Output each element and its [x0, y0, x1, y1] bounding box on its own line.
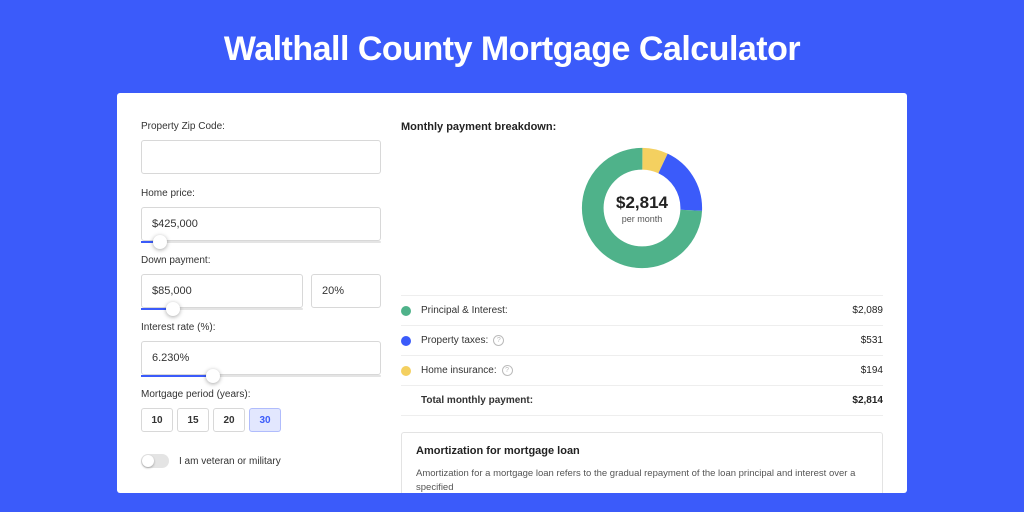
legend-value: $2,089 — [852, 305, 883, 316]
veteran-label: I am veteran or military — [179, 456, 281, 467]
home-price-slider-thumb[interactable] — [153, 235, 167, 249]
legend-bullet — [401, 306, 411, 316]
period-label: Mortgage period (years): — [141, 389, 381, 400]
period-option-20[interactable]: 20 — [213, 408, 245, 432]
period-option-15[interactable]: 15 — [177, 408, 209, 432]
down-payment-pct-input[interactable] — [311, 274, 381, 308]
legend-bullet — [401, 366, 411, 376]
veteran-row: I am veteran or military — [141, 454, 381, 468]
interest-slider-thumb[interactable] — [206, 369, 220, 383]
period-options: 10152030 — [141, 408, 381, 432]
legend-total-row: Total monthly payment:$2,814 — [401, 386, 883, 416]
calculator-card: Property Zip Code: Home price: Down paym… — [117, 93, 907, 493]
breakdown-title: Monthly payment breakdown: — [401, 121, 883, 133]
legend-label: Home insurance:? — [421, 365, 861, 376]
inputs-column: Property Zip Code: Home price: Down paym… — [141, 121, 381, 493]
donut-value: $2,814 — [616, 193, 668, 213]
legend-label: Property taxes:? — [421, 335, 861, 346]
info-icon[interactable]: ? — [502, 365, 513, 376]
info-icon[interactable]: ? — [493, 335, 504, 346]
breakdown-column: Monthly payment breakdown: $2,814 per mo… — [401, 121, 883, 493]
legend-row: Home insurance:?$194 — [401, 356, 883, 386]
home-price-label: Home price: — [141, 188, 381, 199]
down-payment-group: Down payment: — [141, 255, 381, 308]
donut-chart-wrap: $2,814 per month — [401, 143, 883, 273]
home-price-input[interactable] — [141, 207, 381, 241]
amortization-text: Amortization for a mortgage loan refers … — [416, 467, 868, 493]
legend-value: $194 — [861, 365, 883, 376]
down-payment-slider-thumb[interactable] — [166, 302, 180, 316]
period-group: Mortgage period (years): 10152030 — [141, 389, 381, 432]
donut-center: $2,814 per month — [577, 143, 707, 273]
down-payment-label: Down payment: — [141, 255, 381, 266]
period-option-30[interactable]: 30 — [249, 408, 281, 432]
legend-label: Principal & Interest: — [421, 305, 852, 316]
legend-total-value: $2,814 — [852, 395, 883, 406]
legend-bullet — [401, 336, 411, 346]
interest-slider[interactable] — [141, 375, 381, 377]
page-title: Walthall County Mortgage Calculator — [0, 0, 1024, 93]
legend: Principal & Interest:$2,089Property taxe… — [401, 295, 883, 416]
period-option-10[interactable]: 10 — [141, 408, 173, 432]
veteran-toggle[interactable] — [141, 454, 169, 468]
zip-input[interactable] — [141, 140, 381, 174]
amortization-box: Amortization for mortgage loan Amortizat… — [401, 432, 883, 493]
home-price-slider[interactable] — [141, 241, 381, 243]
interest-label: Interest rate (%): — [141, 322, 381, 333]
home-price-group: Home price: — [141, 188, 381, 241]
zip-group: Property Zip Code: — [141, 121, 381, 174]
legend-row: Property taxes:?$531 — [401, 326, 883, 356]
interest-input[interactable] — [141, 341, 381, 375]
interest-group: Interest rate (%): — [141, 322, 381, 375]
amortization-title: Amortization for mortgage loan — [416, 445, 868, 457]
down-payment-input[interactable] — [141, 274, 303, 308]
legend-row: Principal & Interest:$2,089 — [401, 296, 883, 326]
down-payment-slider[interactable] — [141, 308, 303, 310]
legend-total-label: Total monthly payment: — [421, 395, 852, 406]
donut-sub: per month — [622, 214, 663, 224]
zip-label: Property Zip Code: — [141, 121, 381, 132]
legend-value: $531 — [861, 335, 883, 346]
donut-chart: $2,814 per month — [577, 143, 707, 273]
